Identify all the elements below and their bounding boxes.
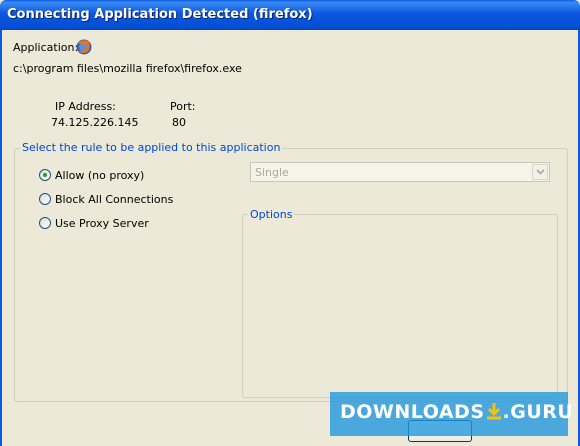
chevron-down-icon[interactable]: [532, 164, 548, 180]
ip-address-value: 74.125.226.145: [51, 116, 139, 129]
options-group-legend: Options: [248, 208, 295, 221]
radio-selected-dot: [43, 173, 47, 177]
port-label: Port:: [170, 100, 196, 113]
application-label: Application:: [13, 41, 79, 54]
watermark-text: DOWNLOADS .GURU: [340, 401, 574, 423]
proxy-mode-select[interactable]: Single: [250, 162, 550, 182]
rule-group-legend: Select the rule to be applied to this ap…: [20, 141, 283, 154]
firefox-icon: [76, 39, 92, 55]
use-proxy-label[interactable]: Use Proxy Server: [55, 217, 149, 230]
title-bar[interactable]: Connecting Application Detected (firefox…: [0, 0, 580, 30]
window-title: Connecting Application Detected (firefox…: [7, 7, 313, 22]
allow-radio[interactable]: [39, 169, 51, 181]
use-proxy-radio[interactable]: [39, 217, 51, 229]
watermark: DOWNLOADS .GURU: [330, 392, 573, 436]
allow-label[interactable]: Allow (no proxy): [55, 169, 144, 182]
block-all-radio[interactable]: [39, 193, 51, 205]
proxy-mode-value: Single: [255, 166, 289, 179]
port-value: 80: [172, 116, 186, 129]
options-group: [242, 214, 558, 398]
application-path: c:\program files\mozilla firefox\firefox…: [13, 62, 242, 75]
ip-address-label: IP Address:: [55, 100, 116, 113]
download-arrow-icon: [486, 403, 501, 420]
block-all-label[interactable]: Block All Connections: [55, 193, 173, 206]
